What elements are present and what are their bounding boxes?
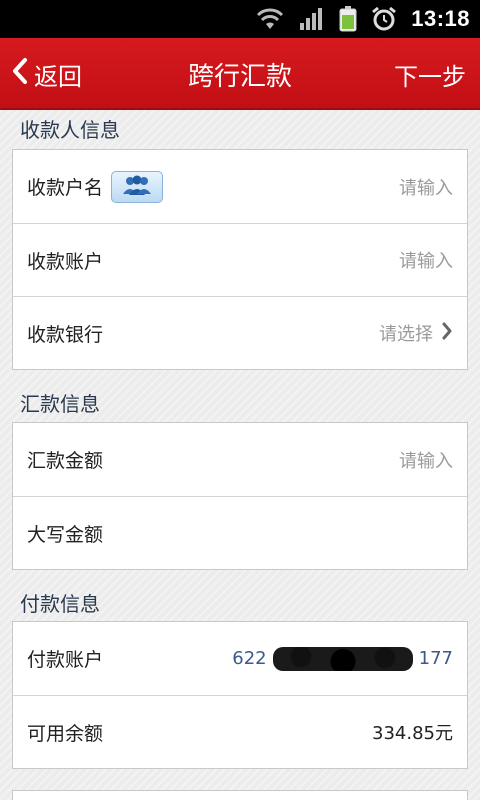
payer-account-prefix: 622 [232, 648, 267, 669]
contacts-button[interactable] [111, 170, 164, 203]
section-title-remit: 汇款信息 [20, 392, 100, 416]
signal-icon [299, 7, 325, 31]
chevron-right-icon [441, 321, 453, 346]
payee-card: 收款户名 请输入 收款账户 请输入 收款银行 请选择 [12, 149, 468, 370]
remit-card: 汇款金额 请输入 大写金额 [12, 422, 468, 570]
payer-account-label: 付款账户 [27, 649, 104, 671]
redaction-mask [272, 646, 413, 671]
payer-account-suffix: 177 [418, 648, 453, 669]
back-label: 返回 [34, 62, 82, 91]
battery-icon [339, 6, 357, 32]
alarm-icon [371, 6, 397, 32]
payee-bank-select[interactable]: 请选择 [379, 320, 453, 346]
payee-account-input[interactable]: 请输入 [399, 247, 453, 273]
payer-account-row[interactable]: 付款账户 622 177 [13, 622, 467, 695]
available-balance-value: 334.85元 [372, 723, 453, 744]
next-card-edge [12, 790, 468, 800]
amount-label: 汇款金额 [27, 450, 104, 472]
wifi-icon [255, 7, 285, 31]
clock-time: 13:18 [411, 6, 470, 31]
section-title-payee: 收款人信息 [20, 118, 120, 142]
chevron-left-icon [12, 57, 28, 91]
contacts-icon [120, 174, 154, 200]
status-bar: 13:18 [0, 0, 480, 38]
amount-in-words-row: 大写金额 [13, 496, 467, 569]
payee-bank-label: 收款银行 [27, 323, 104, 346]
available-balance-row: 可用余额 334.85元 [13, 695, 467, 768]
payee-account-row[interactable]: 收款账户 请输入 [13, 223, 467, 296]
payer-card: 付款账户 622 177 可用余额 334.85元 [12, 621, 468, 769]
payee-name-input[interactable]: 请输入 [399, 174, 453, 200]
payee-name-label: 收款户名 [27, 177, 104, 199]
section-title-payer: 付款信息 [20, 592, 100, 616]
amount-input[interactable]: 请输入 [399, 447, 453, 473]
payee-bank-row[interactable]: 收款银行 请选择 [13, 296, 467, 369]
amount-in-words-label: 大写金额 [27, 523, 104, 546]
amount-row[interactable]: 汇款金额 请输入 [13, 423, 467, 496]
payee-name-row[interactable]: 收款户名 请输入 [13, 150, 467, 223]
title-bar: 返回 跨行汇款 下一步 [0, 38, 480, 110]
payee-bank-placeholder: 请选择 [379, 324, 433, 345]
payee-account-label: 收款账户 [27, 250, 104, 273]
payer-account-value[interactable]: 622 177 [232, 646, 453, 671]
next-step-button[interactable]: 下一步 [394, 38, 466, 110]
back-button[interactable]: 返回 [12, 38, 82, 110]
available-balance-label: 可用余额 [27, 722, 104, 745]
